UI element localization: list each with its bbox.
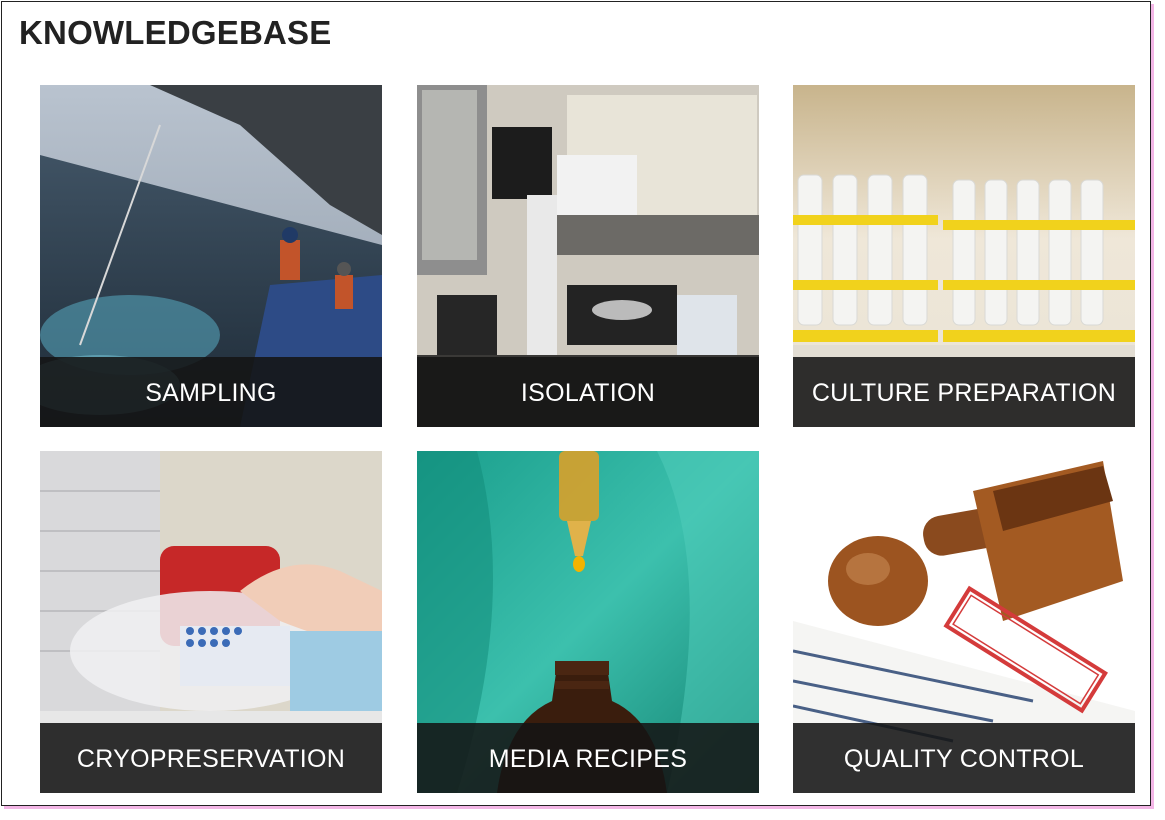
tile-cryopreservation[interactable]: CRYOPRESERVATION (40, 451, 382, 793)
tile-label: CRYOPRESERVATION (76, 744, 346, 773)
tile-caption: ISOLATION (417, 357, 759, 427)
tile-caption: QUALITY CONTROL (793, 723, 1135, 793)
tile-label: QUALITY CONTROL (843, 744, 1085, 773)
tile-quality-control[interactable]: QUALITY CONTROL (793, 451, 1135, 793)
knowledgebase-panel: KNOWLEDGEBASE SAMPLING ISOLATION CULTURE… (1, 1, 1151, 806)
tile-caption: CRYOPRESERVATION (40, 723, 382, 793)
tile-culture-preparation[interactable]: CULTURE PREPARATION (793, 85, 1135, 427)
page-title: KNOWLEDGEBASE (19, 14, 332, 51)
tile-caption: SAMPLING (40, 357, 382, 427)
tile-label: ISOLATION (520, 378, 656, 407)
tile-isolation[interactable]: ISOLATION (417, 85, 759, 427)
tile-caption: CULTURE PREPARATION (793, 357, 1135, 427)
tile-media-recipes[interactable]: MEDIA RECIPES (417, 451, 759, 793)
tile-sampling[interactable]: SAMPLING (40, 85, 382, 427)
tile-label: MEDIA RECIPES (488, 744, 688, 773)
tile-label: SAMPLING (145, 378, 277, 407)
tile-label: CULTURE PREPARATION (811, 378, 1117, 407)
tile-caption: MEDIA RECIPES (417, 723, 759, 793)
